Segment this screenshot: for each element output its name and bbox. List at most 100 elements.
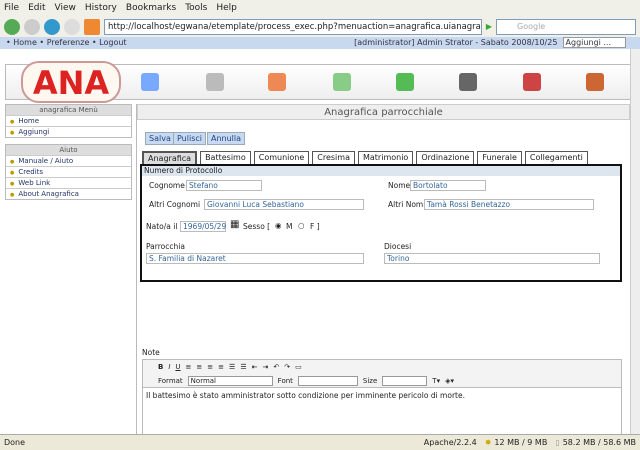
calendar-icon[interactable] <box>141 73 159 91</box>
main-content: Anagrafica parrocchiale Salva Pulisci An… <box>136 104 630 434</box>
nav-toolbar: http://localhost/egwana/etemplate/proces… <box>0 16 640 37</box>
altri-cognomi-field[interactable]: Giovanni Luca Sebastiano <box>204 199 364 210</box>
size-select[interactable] <box>382 376 428 386</box>
nome-field[interactable]: Bortolato <box>410 180 486 191</box>
birthdate-field[interactable]: 1969/05/29 <box>180 221 226 232</box>
addon-icon: ✸ <box>484 438 492 447</box>
egw-top-strip: • Home • Preferenze • Logout [administra… <box>0 37 640 49</box>
cancel-button[interactable]: Annulla <box>207 132 246 145</box>
sidebar-item-home[interactable]: Home <box>6 115 131 126</box>
format-select[interactable]: Normal <box>187 376 273 386</box>
redo-icon[interactable]: ↷ <box>284 363 290 371</box>
save-button[interactable]: Salva <box>145 132 175 145</box>
users-icon[interactable] <box>396 73 414 91</box>
tab-funerale[interactable]: Funerale <box>477 151 522 164</box>
parrocchia-field[interactable]: S. Familia di Nazaret <box>146 253 364 264</box>
server-info: Apache/2.2.4 <box>423 438 477 447</box>
menu-history[interactable]: History <box>85 3 117 13</box>
tab-comunione[interactable]: Comunione <box>253 151 310 164</box>
projects-icon[interactable] <box>459 73 477 91</box>
menu-edit[interactable]: Edit <box>28 3 45 13</box>
sidebar-item-manual[interactable]: Manuale / Aiuto <box>6 155 131 166</box>
outdent-icon[interactable]: ⇤ <box>252 363 258 371</box>
align-right-icon[interactable]: ≡ <box>207 363 213 371</box>
tab-ordinazione[interactable]: Ordinazione <box>416 151 475 164</box>
tab-anagrafica[interactable]: Anagrafica <box>142 151 198 164</box>
source-icon[interactable]: ▭ <box>295 363 302 371</box>
sidebar-item-about[interactable]: About Anagrafica <box>6 188 131 199</box>
add-select[interactable]: Aggiungi ... <box>562 37 626 48</box>
altri-cognomi-label: Altri Cognomi <box>149 200 201 209</box>
files-icon[interactable] <box>206 73 224 91</box>
ordered-list-icon[interactable]: ☰ <box>229 363 235 371</box>
menu-view[interactable]: View <box>55 3 76 13</box>
user-info: [administrator] Admin Strator - Sabato 2… <box>354 38 558 47</box>
url-bar[interactable]: http://localhost/egwana/etemplate/proces… <box>104 18 482 35</box>
bullet-list-icon[interactable]: ☰ <box>240 363 246 371</box>
status-bar: Done Apache/2.2.4 ✸ 12 MB / 9 MB ▯ 58.2 … <box>0 434 640 450</box>
logout-icon[interactable] <box>586 73 604 91</box>
stop-icon[interactable] <box>64 18 80 35</box>
reload-icon[interactable] <box>44 18 60 35</box>
sidebar-help-title: Aiuto <box>6 145 131 155</box>
editor-content[interactable]: Il battesimo è stato amministrator sotto… <box>143 388 621 403</box>
justify-icon[interactable]: ≡ <box>218 363 224 371</box>
undo-icon[interactable]: ↶ <box>273 363 279 371</box>
tab-bar: Anagrafica Battesimo Comunione Cresima M… <box>142 151 588 164</box>
diocesi-label: Diocesi <box>384 242 412 251</box>
cognome-field[interactable]: Stefano <box>186 180 262 191</box>
diocesi-field[interactable]: Torino <box>384 253 600 264</box>
size-label: Size <box>362 377 378 385</box>
sidebar-menu-title: anagrafica Menù <box>6 105 131 115</box>
menu-tools[interactable]: Tools <box>185 3 207 13</box>
sidebar-item-credits[interactable]: Credits <box>6 166 131 177</box>
align-left-icon[interactable]: ≡ <box>186 363 192 371</box>
underline-icon[interactable]: U <box>175 363 180 371</box>
app-toolbar: ANA <box>5 61 630 103</box>
sidebar-item-aggiungi[interactable]: Aggiungi <box>6 126 131 137</box>
radio-f[interactable]: ○ <box>298 221 305 230</box>
go-icon[interactable]: ▶ <box>486 22 492 31</box>
radio-f-label: F ] <box>310 222 320 231</box>
tab-battesimo[interactable]: Battesimo <box>200 151 251 164</box>
parrocchia-label: Parrocchia <box>146 242 185 251</box>
memory-usage: 12 MB / 9 MB <box>494 438 548 447</box>
sidebar-item-weblink[interactable]: Web Link <box>6 177 131 188</box>
addressbook-icon[interactable] <box>333 73 351 91</box>
tab-matrimonio[interactable]: Matrimonio <box>357 151 414 164</box>
altri-nomi-field[interactable]: Tamà Rossi Benetazzo <box>424 199 594 210</box>
home-icon[interactable] <box>84 18 100 35</box>
page: ANA anagrafica Menù Home Aggiungi Aiuto … <box>0 49 630 434</box>
cognome-label: Cognome <box>149 181 185 190</box>
bg-color-icon[interactable]: ◈▾ <box>445 377 454 385</box>
calendar-picker-icon[interactable]: ▦ <box>230 219 239 230</box>
sesso-label: Sesso [ <box>243 222 271 231</box>
menu-file[interactable]: File <box>4 3 19 13</box>
forward-icon[interactable] <box>24 18 40 35</box>
ana-logo: ANA <box>21 61 121 103</box>
home-app-icon[interactable] <box>268 73 286 91</box>
italic-icon[interactable]: I <box>168 363 170 371</box>
align-center-icon[interactable]: ≡ <box>196 363 202 371</box>
nome-label: Nome <box>388 181 411 190</box>
indent-icon[interactable]: ⇥ <box>262 363 268 371</box>
back-icon[interactable] <box>4 18 20 35</box>
tab-collegamenti[interactable]: Collegamenti <box>524 151 588 164</box>
search-input[interactable]: Google <box>496 18 636 35</box>
memory-icon: ▯ <box>555 438 560 447</box>
radio-m[interactable]: ◉ <box>275 221 282 230</box>
tab-cresima[interactable]: Cresima <box>312 151 355 164</box>
font-select[interactable] <box>297 376 358 386</box>
sidebar-menu: anagrafica Menù Home Aggiungi <box>5 104 132 138</box>
format-label: Format <box>158 377 183 385</box>
language-icon[interactable] <box>523 73 541 91</box>
menu-bookmarks[interactable]: Bookmarks <box>126 3 176 13</box>
bold-icon[interactable]: B <box>158 363 163 371</box>
editor-toolbar: B I U ≡ ≡ ≡ ≡ ☰ ☰ ⇤ ⇥ ↶ ↷ ▭ Format Normal Font Size T▾ ◈▾ <box>143 360 621 388</box>
text-color-icon[interactable]: T▾ <box>432 377 440 385</box>
menu-help[interactable]: Help <box>216 3 237 13</box>
clear-button[interactable]: Pulisci <box>173 132 206 145</box>
page-title: Anagrafica parrocchiale <box>137 104 630 120</box>
page-scrollbar[interactable] <box>630 49 640 434</box>
top-links[interactable]: • Home • Preferenze • Logout <box>6 37 127 49</box>
